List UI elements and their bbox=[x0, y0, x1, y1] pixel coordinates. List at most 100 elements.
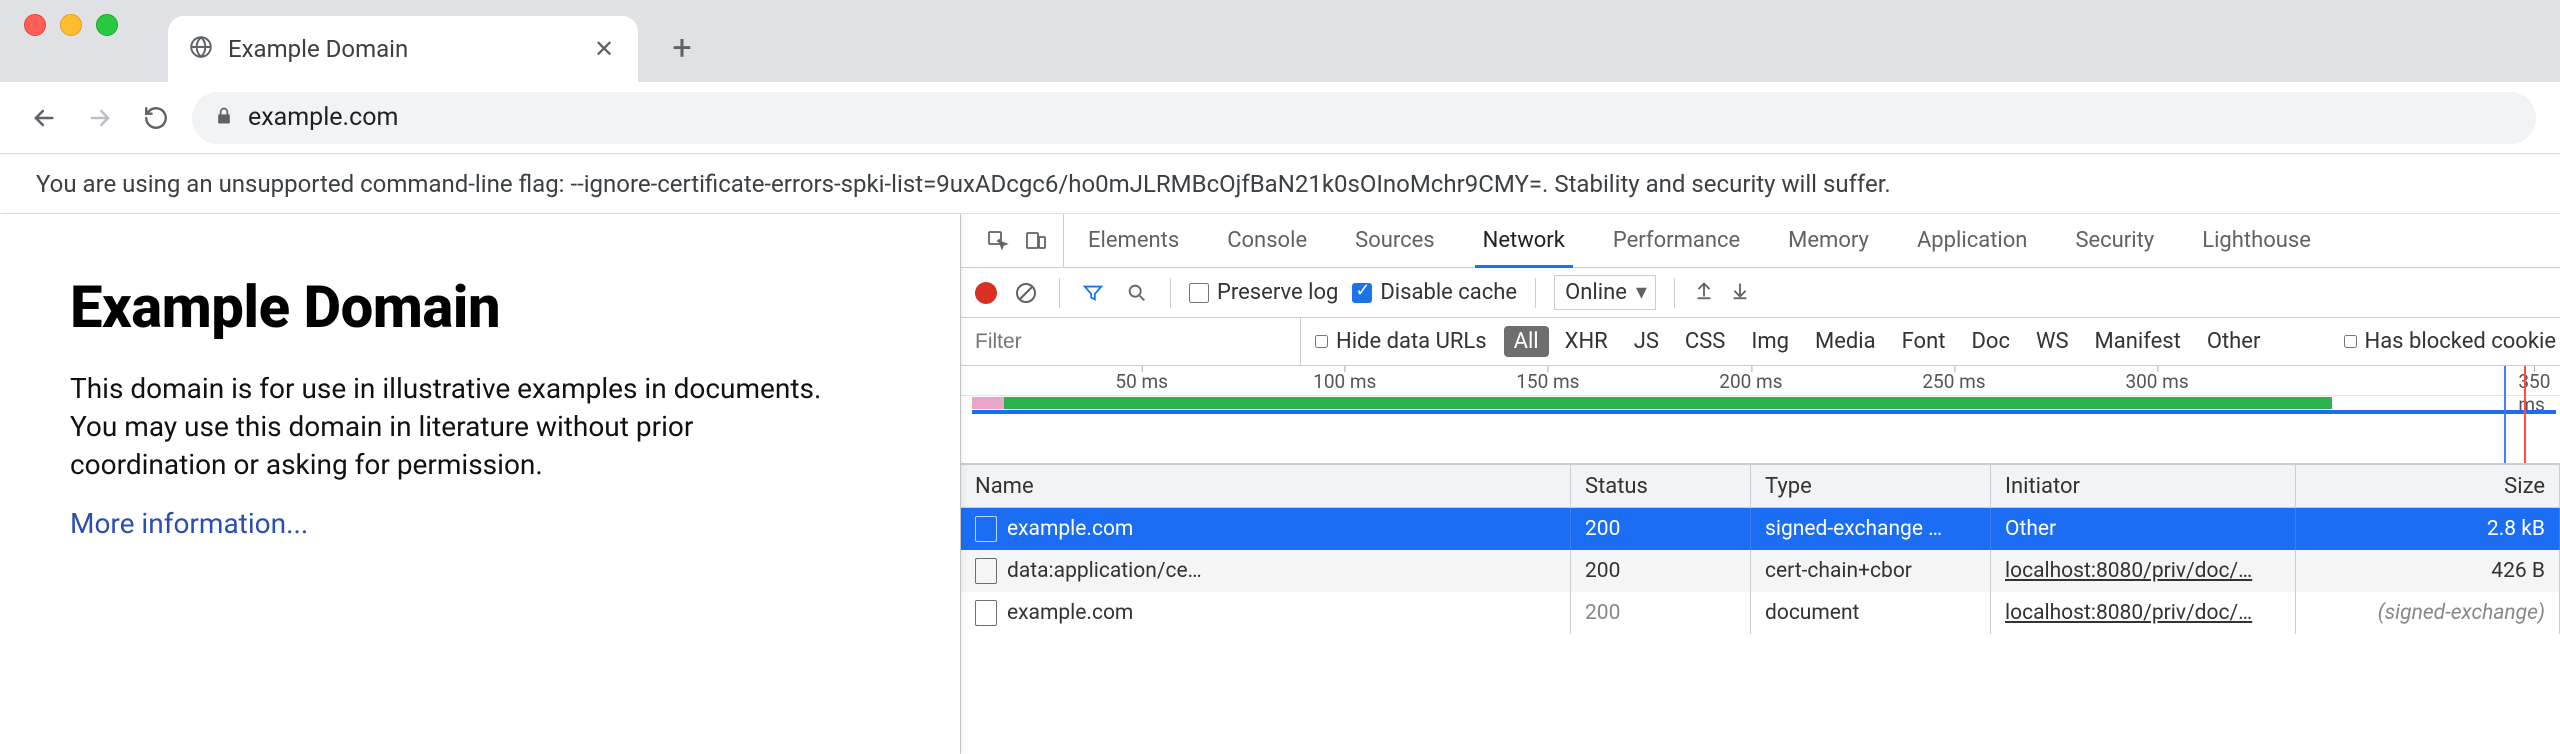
table-header: Name Status Type Initiator Size bbox=[961, 464, 2560, 508]
load-marker bbox=[2504, 366, 2506, 463]
timeline-segment bbox=[1004, 397, 2332, 409]
row-status: 200 bbox=[1585, 601, 1620, 625]
panel-tab-network[interactable]: Network bbox=[1459, 214, 1589, 267]
page-content: Example Domain This domain is for use in… bbox=[0, 214, 960, 754]
globe-icon bbox=[188, 34, 214, 64]
hide-data-urls-label: Hide data URLs bbox=[1336, 329, 1487, 354]
type-filter-manifest[interactable]: Manifest bbox=[2085, 326, 2191, 357]
col-size[interactable]: Size bbox=[2296, 465, 2560, 507]
network-filter-bar: Hide data URLs AllXHRJSCSSImgMediaFontDo… bbox=[961, 318, 2560, 366]
record-button[interactable] bbox=[975, 282, 997, 304]
window-close-button[interactable] bbox=[24, 14, 46, 36]
col-type[interactable]: Type bbox=[1751, 465, 1991, 507]
browser-tab[interactable]: Example Domain ✕ bbox=[168, 16, 638, 82]
type-filter-js[interactable]: JS bbox=[1624, 326, 1669, 357]
network-toolbar: Preserve log Disable cache Online bbox=[961, 268, 2560, 318]
blocked-cookies-checkbox[interactable]: Has blocked cookie bbox=[2344, 329, 2560, 354]
network-row[interactable]: example.com 200 document localhost:8080/pri… bbox=[961, 592, 2560, 634]
type-filter-img[interactable]: Img bbox=[1741, 326, 1799, 357]
window-zoom-button[interactable] bbox=[96, 14, 118, 36]
timeline-tick: 100 ms bbox=[1313, 370, 1376, 393]
type-filter-ws[interactable]: WS bbox=[2026, 326, 2079, 357]
type-filter-css[interactable]: CSS bbox=[1675, 326, 1735, 357]
row-initiator: Other bbox=[2005, 517, 2056, 541]
panel-tab-elements[interactable]: Elements bbox=[1064, 214, 1203, 267]
address-bar[interactable]: example.com bbox=[192, 92, 2536, 144]
network-row[interactable]: data:application/ce… 200 cert-chain+cbor lo… bbox=[961, 550, 2560, 592]
timeline-tick: 250 ms bbox=[1922, 370, 1985, 393]
panel-tab-application[interactable]: Application bbox=[1893, 214, 2051, 267]
timeline-segment bbox=[972, 410, 2556, 414]
row-type: document bbox=[1765, 601, 1859, 625]
browser-toolbar: example.com bbox=[0, 82, 2560, 154]
devtools-panel: ElementsConsoleSourcesNetworkPerformance… bbox=[960, 214, 2560, 754]
preserve-log-label: Preserve log bbox=[1217, 280, 1338, 305]
row-size: 426 B bbox=[2491, 559, 2545, 583]
hide-data-urls-checkbox[interactable]: Hide data URLs bbox=[1301, 329, 1501, 354]
domcontent-marker bbox=[2524, 366, 2526, 463]
panel-tab-security[interactable]: Security bbox=[2051, 214, 2178, 267]
row-status: 200 bbox=[1585, 517, 1620, 541]
row-type: cert-chain+cbor bbox=[1765, 559, 1912, 583]
col-initiator[interactable]: Initiator bbox=[1991, 465, 2296, 507]
row-type: signed-exchange … bbox=[1765, 517, 1942, 541]
blocked-cookies-label: Has blocked cookie bbox=[2365, 329, 2556, 354]
type-filter-font[interactable]: Font bbox=[1892, 326, 1956, 357]
clear-button[interactable] bbox=[1011, 278, 1041, 308]
page-paragraph: This domain is for use in illustrative e… bbox=[70, 370, 830, 483]
type-filter-media[interactable]: Media bbox=[1805, 326, 1886, 357]
lock-icon bbox=[214, 106, 234, 130]
panel-tab-sources[interactable]: Sources bbox=[1331, 214, 1459, 267]
col-name[interactable]: Name bbox=[961, 465, 1571, 507]
devtools-tabbar: ElementsConsoleSourcesNetworkPerformance… bbox=[961, 214, 2560, 268]
row-name: example.com bbox=[1007, 601, 1133, 625]
network-row[interactable]: example.com200signed-exchange …Other2.8 … bbox=[961, 508, 2560, 550]
col-status[interactable]: Status bbox=[1571, 465, 1751, 507]
forward-button[interactable] bbox=[80, 98, 120, 138]
file-icon bbox=[975, 600, 997, 626]
disable-cache-checkbox[interactable]: Disable cache bbox=[1352, 280, 1517, 305]
network-timeline[interactable]: 50 ms100 ms150 ms200 ms250 ms300 ms350 m… bbox=[961, 366, 2560, 464]
url-text: example.com bbox=[248, 103, 398, 132]
warning-text: You are using an unsupported command-lin… bbox=[36, 170, 1891, 198]
inspect-element-icon[interactable] bbox=[981, 224, 1015, 258]
reload-button[interactable] bbox=[136, 98, 176, 138]
tab-close-button[interactable]: ✕ bbox=[590, 35, 618, 63]
filter-input[interactable] bbox=[961, 318, 1301, 365]
timeline-tick: 50 ms bbox=[1115, 370, 1168, 393]
tab-title: Example Domain bbox=[228, 35, 576, 63]
infobar-warning: You are using an unsupported command-lin… bbox=[0, 154, 2560, 214]
timeline-segment bbox=[972, 397, 1004, 409]
tab-strip: Example Domain ✕ + bbox=[0, 0, 2560, 82]
type-filter-xhr[interactable]: XHR bbox=[1555, 326, 1618, 357]
network-table: Name Status Type Initiator Size example.… bbox=[961, 464, 2560, 754]
window-minimize-button[interactable] bbox=[60, 14, 82, 36]
disable-cache-label: Disable cache bbox=[1380, 280, 1517, 305]
preserve-log-checkbox[interactable]: Preserve log bbox=[1189, 280, 1338, 305]
new-tab-button[interactable]: + bbox=[662, 28, 702, 68]
row-status: 200 bbox=[1585, 559, 1620, 583]
device-toolbar-icon[interactable] bbox=[1019, 224, 1053, 258]
type-filter-all[interactable]: All bbox=[1504, 326, 1549, 357]
upload-icon[interactable] bbox=[1693, 279, 1715, 307]
timeline-tick: 200 ms bbox=[1719, 370, 1782, 393]
throttle-value: Online bbox=[1565, 280, 1627, 305]
search-icon[interactable] bbox=[1122, 278, 1152, 308]
download-icon[interactable] bbox=[1729, 279, 1751, 307]
filter-icon[interactable] bbox=[1078, 278, 1108, 308]
type-filter-other[interactable]: Other bbox=[2197, 326, 2271, 357]
page-heading: Example Domain bbox=[70, 274, 890, 342]
more-info-link[interactable]: More information... bbox=[70, 507, 308, 540]
row-initiator[interactable]: localhost:8080/priv/doc/… bbox=[2005, 601, 2252, 625]
timeline-tick: 150 ms bbox=[1516, 370, 1579, 393]
throttle-select[interactable]: Online bbox=[1554, 275, 1656, 310]
panel-tab-performance[interactable]: Performance bbox=[1589, 214, 1764, 267]
type-filter-doc[interactable]: Doc bbox=[1961, 326, 2020, 357]
row-name: data:application/ce… bbox=[1007, 559, 1202, 583]
back-button[interactable] bbox=[24, 98, 64, 138]
panel-tab-console[interactable]: Console bbox=[1203, 214, 1331, 267]
file-icon bbox=[975, 516, 997, 542]
panel-tab-memory[interactable]: Memory bbox=[1764, 214, 1893, 267]
panel-tab-lighthouse[interactable]: Lighthouse bbox=[2178, 214, 2335, 267]
row-initiator[interactable]: localhost:8080/priv/doc/… bbox=[2005, 559, 2252, 583]
